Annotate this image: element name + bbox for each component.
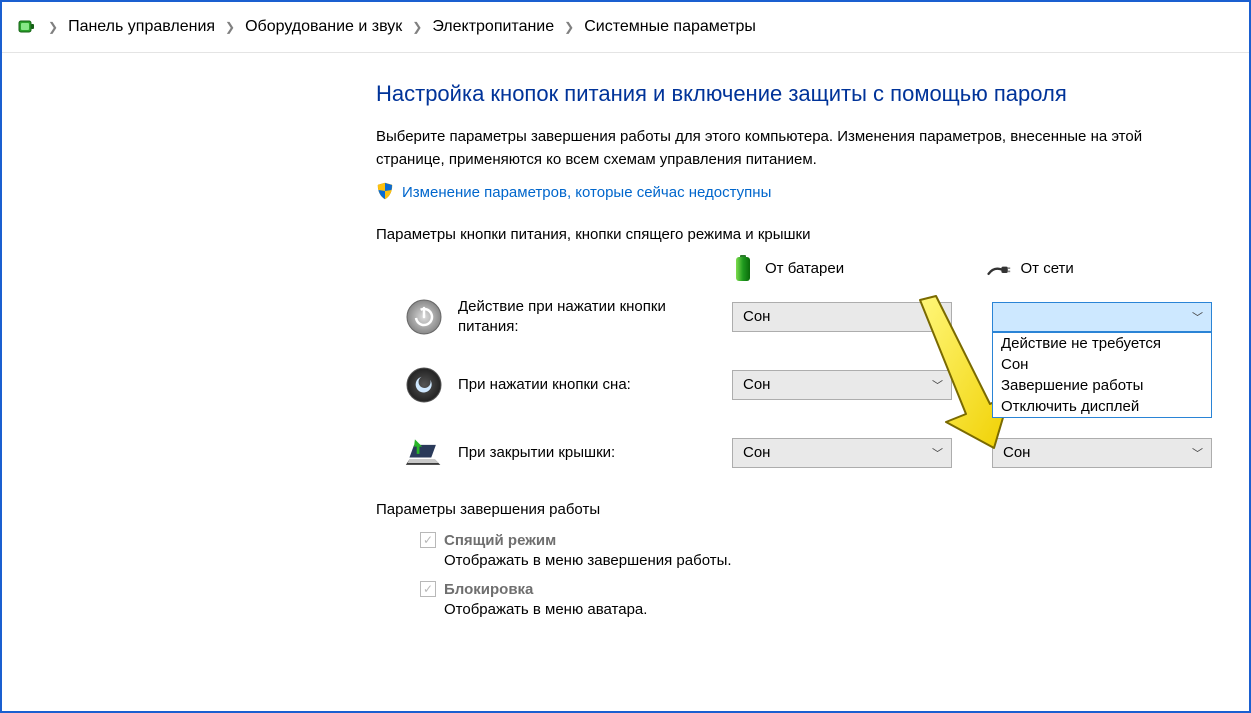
content-area: Настройка кнопок питания и включение защ… — [2, 53, 1242, 640]
combo-value: Сон — [1003, 444, 1030, 461]
check-row-lock: ✓ Блокировка Отображать в меню аватара. — [376, 581, 1202, 618]
dropdown-option[interactable]: Сон — [993, 354, 1211, 375]
column-battery: От батареи — [731, 255, 947, 283]
column-plugged-label: От сети — [1021, 260, 1074, 277]
checkbox-sleep-label: Спящий режим — [444, 532, 556, 549]
checkbox-sleep-desc: Отображать в меню завершения работы. — [420, 552, 1202, 569]
check-row-sleep: ✓ Спящий режим Отображать в меню заверше… — [376, 532, 1202, 569]
dropdown-option[interactable]: Действие не требуется — [993, 333, 1211, 354]
power-button-icon — [404, 297, 444, 337]
breadcrumb-item-control-panel[interactable]: Панель управления — [68, 18, 215, 36]
checkbox-lock-label: Блокировка — [444, 581, 533, 598]
dropdown-power-plugged: Действие не требуется Сон Завершение раб… — [992, 332, 1212, 418]
uac-link-row: Изменение параметров, которые сейчас нед… — [376, 182, 1202, 204]
chevron-right-icon: ❯ — [223, 20, 237, 34]
chevron-down-icon: ﹀ — [1192, 309, 1203, 325]
laptop-lid-icon — [404, 433, 444, 473]
row-sleep-label: При нажатии кнопки сна: — [458, 375, 718, 395]
combo-power-battery[interactable]: Сон ﹀ — [732, 302, 952, 332]
chevron-right-icon: ❯ — [46, 20, 60, 34]
battery-icon — [731, 255, 755, 283]
dropdown-option[interactable]: Отключить дисплей — [993, 396, 1211, 417]
combo-value: Сон — [743, 444, 770, 461]
breadcrumb-item-power[interactable]: Электропитание — [432, 18, 554, 36]
row-power-button: Действие при нажатии кнопки питания: Сон… — [376, 297, 1202, 337]
chevron-right-icon: ❯ — [410, 20, 424, 34]
combo-sleep-battery[interactable]: Сон ﹀ — [732, 370, 952, 400]
window: ❯ Панель управления ❯ Оборудование и зву… — [0, 0, 1251, 713]
chevron-down-icon: ﹀ — [932, 377, 943, 393]
row-lid-close: При закрытии крышки: Сон ﹀ Сон ﹀ — [376, 433, 1202, 473]
combo-lid-battery[interactable]: Сон ﹀ — [732, 438, 952, 468]
page-title: Настройка кнопок питания и включение защ… — [376, 81, 1202, 107]
dropdown-option[interactable]: Завершение работы — [993, 375, 1211, 396]
power-options-icon — [16, 16, 38, 38]
column-battery-label: От батареи — [765, 260, 844, 277]
columns-header: От батареи От сети — [376, 255, 1202, 283]
sleep-button-icon — [404, 365, 444, 405]
checkbox-lock-desc: Отображать в меню аватара. — [420, 601, 1202, 618]
shutdown-section: Параметры завершения работы ✓ Спящий реж… — [376, 501, 1202, 618]
row-lid-label: При закрытии крышки: — [458, 443, 718, 463]
column-plugged: От сети — [987, 255, 1203, 283]
combo-lid-plugged[interactable]: Сон ﹀ — [992, 438, 1212, 468]
section-label-buttons: Параметры кнопки питания, кнопки спящего… — [376, 226, 1202, 243]
checkbox-sleep[interactable]: ✓ — [420, 532, 436, 548]
combo-value: Сон — [743, 376, 770, 393]
breadcrumb-item-system-settings[interactable]: Системные параметры — [584, 18, 756, 36]
section-label-shutdown: Параметры завершения работы — [376, 501, 1202, 518]
breadcrumb: ❯ Панель управления ❯ Оборудование и зву… — [2, 2, 1249, 53]
page-description: Выберите параметры завершения работы для… — [376, 125, 1202, 172]
chevron-down-icon: ﹀ — [932, 309, 943, 325]
row-power-label: Действие при нажатии кнопки питания: — [458, 297, 718, 336]
checkbox-lock[interactable]: ✓ — [420, 581, 436, 597]
combo-power-plugged[interactable]: ﹀ Действие не требуется Сон Завершение р… — [992, 302, 1212, 332]
chevron-down-icon: ﹀ — [1192, 445, 1203, 461]
combo-value: Сон — [743, 308, 770, 325]
chevron-right-icon: ❯ — [562, 20, 576, 34]
chevron-down-icon: ﹀ — [932, 445, 943, 461]
breadcrumb-item-hardware[interactable]: Оборудование и звук — [245, 18, 402, 36]
shield-icon — [376, 182, 394, 204]
plug-icon — [987, 255, 1011, 283]
change-unavailable-settings-link[interactable]: Изменение параметров, которые сейчас нед… — [402, 184, 771, 201]
